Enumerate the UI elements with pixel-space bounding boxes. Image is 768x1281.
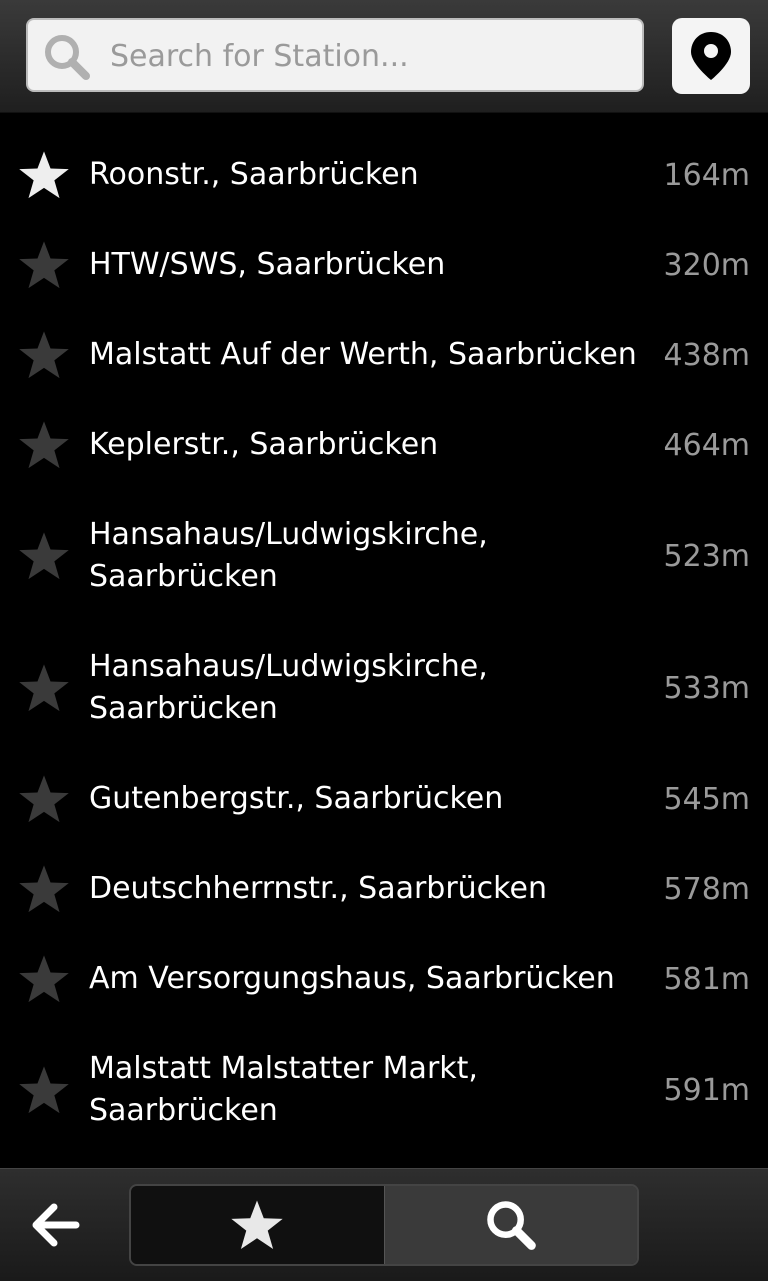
station-name: Keplerstr., Saarbrücken <box>89 427 439 462</box>
star-icon <box>231 1200 283 1250</box>
search-icon <box>45 35 90 80</box>
favorite-star-icon[interactable] <box>17 418 71 472</box>
station-distance: 581m <box>663 961 750 997</box>
station-row[interactable]: Am Versorgungshaus, Saarbrücken 581m <box>0 934 768 1024</box>
station-distance: 545m <box>663 781 750 817</box>
station-list: Roonstr., Saarbrücken 164m HTW/SWS, Saarbr… <box>0 130 768 1156</box>
station-row[interactable]: Malstatt Malstatter Markt, Saarbrücken 59… <box>0 1024 768 1156</box>
location-pin-icon <box>691 32 731 80</box>
station-distance: 164m <box>663 157 750 193</box>
station-row[interactable]: Hansahaus/Ludwigskirche, Saarbrücken 523m <box>0 490 768 622</box>
favorite-star-icon[interactable] <box>17 238 71 292</box>
favorite-star-icon[interactable] <box>17 772 71 826</box>
station-row[interactable]: Keplerstr., Saarbrücken 464m <box>0 400 768 490</box>
favorite-star-icon[interactable] <box>17 862 71 916</box>
favorite-star-icon[interactable] <box>17 952 71 1006</box>
station-name: Deutschherrnstr., Saarbrücken <box>89 871 547 906</box>
station-distance: 533m <box>663 670 750 706</box>
tab-favorites[interactable] <box>131 1186 385 1264</box>
station-name: Hansahaus/Ludwigskirche, Saarbrücken <box>89 649 488 726</box>
station-distance: 523m <box>663 538 750 574</box>
top-bar <box>0 0 768 113</box>
station-name: HTW/SWS, Saarbrücken <box>89 247 446 282</box>
station-row[interactable]: HTW/SWS, Saarbrücken 320m <box>0 220 768 310</box>
station-row[interactable]: Hansahaus/Ludwigskirche, Saarbrücken 533m <box>0 622 768 754</box>
back-button[interactable] <box>20 1191 92 1259</box>
favorite-star-icon[interactable] <box>17 1063 71 1117</box>
station-name: Roonstr., Saarbrücken <box>89 157 419 192</box>
station-distance: 320m <box>663 247 750 283</box>
station-name: Hansahaus/Ludwigskirche, Saarbrücken <box>89 517 488 594</box>
station-row[interactable]: Gutenbergstr., Saarbrücken 545m <box>0 754 768 844</box>
station-name: Am Versorgungshaus, Saarbrücken <box>89 961 615 996</box>
search-box[interactable] <box>26 18 644 92</box>
station-row[interactable]: Roonstr., Saarbrücken 164m <box>0 130 768 220</box>
station-name: Malstatt Auf der Werth, Saarbrücken <box>89 337 637 372</box>
station-distance: 578m <box>663 871 750 907</box>
arrow-left-icon <box>32 1203 80 1247</box>
station-name: Gutenbergstr., Saarbrücken <box>89 781 504 816</box>
station-name: Malstatt Malstatter Markt, Saarbrücken <box>89 1051 478 1128</box>
view-switcher <box>129 1184 639 1266</box>
favorite-star-icon[interactable] <box>17 529 71 583</box>
station-row[interactable]: Deutschherrnstr., Saarbrücken 578m <box>0 844 768 934</box>
bottom-bar <box>0 1168 768 1281</box>
search-input[interactable] <box>108 30 632 82</box>
station-distance: 464m <box>663 427 750 463</box>
search-icon <box>486 1201 536 1250</box>
tab-search[interactable] <box>384 1186 637 1264</box>
locate-button[interactable] <box>672 18 750 94</box>
station-row[interactable]: Malstatt Auf der Werth, Saarbrücken 438m <box>0 310 768 400</box>
favorite-star-icon[interactable] <box>17 148 71 202</box>
station-distance: 591m <box>663 1072 750 1108</box>
station-distance: 438m <box>663 337 750 373</box>
favorite-star-icon[interactable] <box>17 661 71 715</box>
favorite-star-icon[interactable] <box>17 328 71 382</box>
